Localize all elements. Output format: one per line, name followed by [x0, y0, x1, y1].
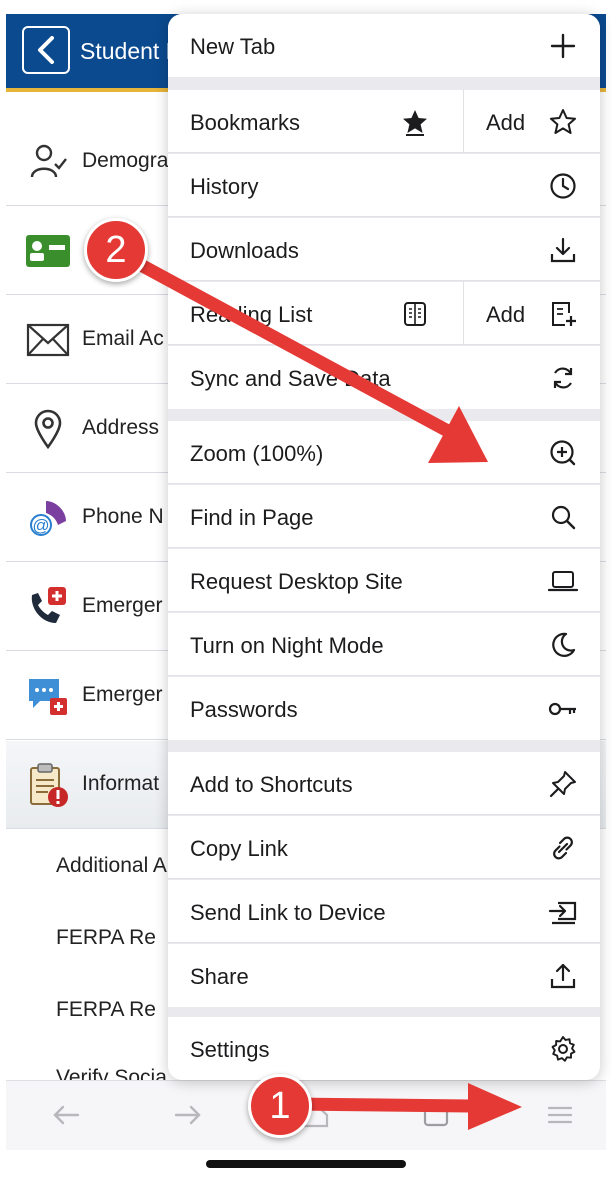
row-label: Phone N: [82, 505, 164, 528]
menu-item-downloads[interactable]: Downloads: [168, 218, 600, 281]
menu-item-sync[interactable]: Sync and Save Data: [168, 346, 600, 409]
star-filled-icon: [400, 107, 430, 137]
share-icon: [548, 961, 578, 991]
menu-item-label: Add to Shortcuts: [190, 772, 353, 797]
zoom-plus-icon: [548, 438, 578, 468]
menu-item-label: History: [190, 174, 259, 199]
plus-icon: [548, 31, 578, 61]
gear-icon: [548, 1034, 578, 1064]
menu-item-label: Zoom (100%): [190, 441, 324, 466]
clipboard-alert-icon: [24, 761, 72, 809]
link-icon: [548, 833, 578, 863]
menu-item-bookmarks[interactable]: Bookmarks Add: [168, 90, 600, 153]
menu-icon[interactable]: [538, 1095, 582, 1135]
menu-item-label: Reading List: [190, 302, 313, 327]
sub-item[interactable]: FERPA Re: [56, 998, 156, 1022]
forward-arrow-icon[interactable]: [166, 1095, 210, 1135]
menu-item-label: Find in Page: [190, 505, 314, 530]
add-bookmark-label[interactable]: Add: [486, 110, 525, 136]
tabs-icon[interactable]: [414, 1095, 458, 1135]
row-label: Address: [82, 416, 160, 439]
app-title: Student P: [80, 38, 182, 64]
menu-item-label: Bookmarks: [190, 110, 301, 135]
menu-item-label: Sync and Save Data: [190, 366, 391, 391]
annotation-badge-2: 2: [84, 218, 148, 282]
row-label: Emerger: [82, 683, 163, 706]
back-button[interactable]: [22, 26, 70, 74]
menu-divider: [463, 282, 464, 345]
menu-item-share[interactable]: Share: [168, 944, 600, 1007]
menu-item-label: Copy Link: [190, 836, 288, 861]
reading-list-add-icon[interactable]: [548, 299, 578, 329]
menu-item-history[interactable]: History: [168, 154, 600, 217]
svg-text:@: @: [32, 516, 49, 535]
row-label: Email Ac: [82, 327, 164, 350]
back-arrow-icon[interactable]: [44, 1095, 88, 1135]
row-label: Emerger: [82, 594, 163, 617]
browser-menu: New Tab Bookmarks Add History Downloads …: [168, 14, 600, 1080]
send-to-device-icon: [548, 897, 578, 927]
reading-list-icon: [400, 299, 430, 329]
phone-at-icon: @: [24, 494, 72, 542]
envelope-icon: [24, 316, 72, 364]
annotation-badge-1: 1: [248, 1074, 312, 1138]
sync-icon: [548, 363, 578, 393]
menu-item-request-desktop[interactable]: Request Desktop Site: [168, 549, 600, 612]
row-label: Informat: [82, 772, 160, 795]
menu-item-label: Turn on Night Mode: [190, 633, 384, 658]
sub-item[interactable]: Additional A: [56, 854, 167, 878]
sub-item[interactable]: FERPA Re: [56, 926, 156, 950]
menu-item-send-link[interactable]: Send Link to Device: [168, 880, 600, 943]
chevron-left-icon: [35, 36, 57, 64]
clock-icon: [548, 171, 578, 201]
menu-item-night-mode[interactable]: Turn on Night Mode: [168, 613, 600, 676]
search-icon: [548, 502, 578, 532]
add-reading-list-label[interactable]: Add: [486, 302, 525, 328]
id-card-icon: [24, 227, 72, 275]
star-outline-icon[interactable]: [548, 107, 578, 137]
emergency-phone-icon: [24, 583, 72, 631]
menu-item-label: New Tab: [190, 34, 276, 59]
menu-item-add-to-shortcuts[interactable]: Add to Shortcuts: [168, 752, 600, 815]
download-icon: [548, 235, 578, 265]
laptop-icon: [548, 566, 578, 596]
menu-item-label: Send Link to Device: [190, 900, 386, 925]
menu-item-zoom[interactable]: Zoom (100%): [168, 421, 600, 484]
menu-item-label: Share: [190, 964, 249, 989]
menu-item-find-in-page[interactable]: Find in Page: [168, 485, 600, 548]
menu-item-label: Request Desktop Site: [190, 569, 403, 594]
key-icon: [548, 694, 578, 724]
moon-icon: [548, 630, 578, 660]
person-check-icon: [24, 138, 72, 186]
menu-item-reading-list[interactable]: Reading List Add: [168, 282, 600, 345]
row-label: Demogra: [82, 149, 169, 172]
menu-item-label: Downloads: [190, 238, 299, 263]
menu-item-copy-link[interactable]: Copy Link: [168, 816, 600, 879]
menu-item-label: Passwords: [190, 697, 298, 722]
home-indicator: [206, 1160, 406, 1168]
menu-item-new-tab[interactable]: New Tab: [168, 14, 600, 77]
menu-item-settings[interactable]: Settings: [168, 1017, 600, 1080]
emergency-message-icon: [24, 672, 72, 720]
menu-item-passwords[interactable]: Passwords: [168, 677, 600, 740]
location-pin-icon: [24, 405, 72, 453]
menu-divider: [463, 90, 464, 153]
menu-item-label: Settings: [190, 1037, 270, 1062]
pin-icon: [548, 769, 578, 799]
